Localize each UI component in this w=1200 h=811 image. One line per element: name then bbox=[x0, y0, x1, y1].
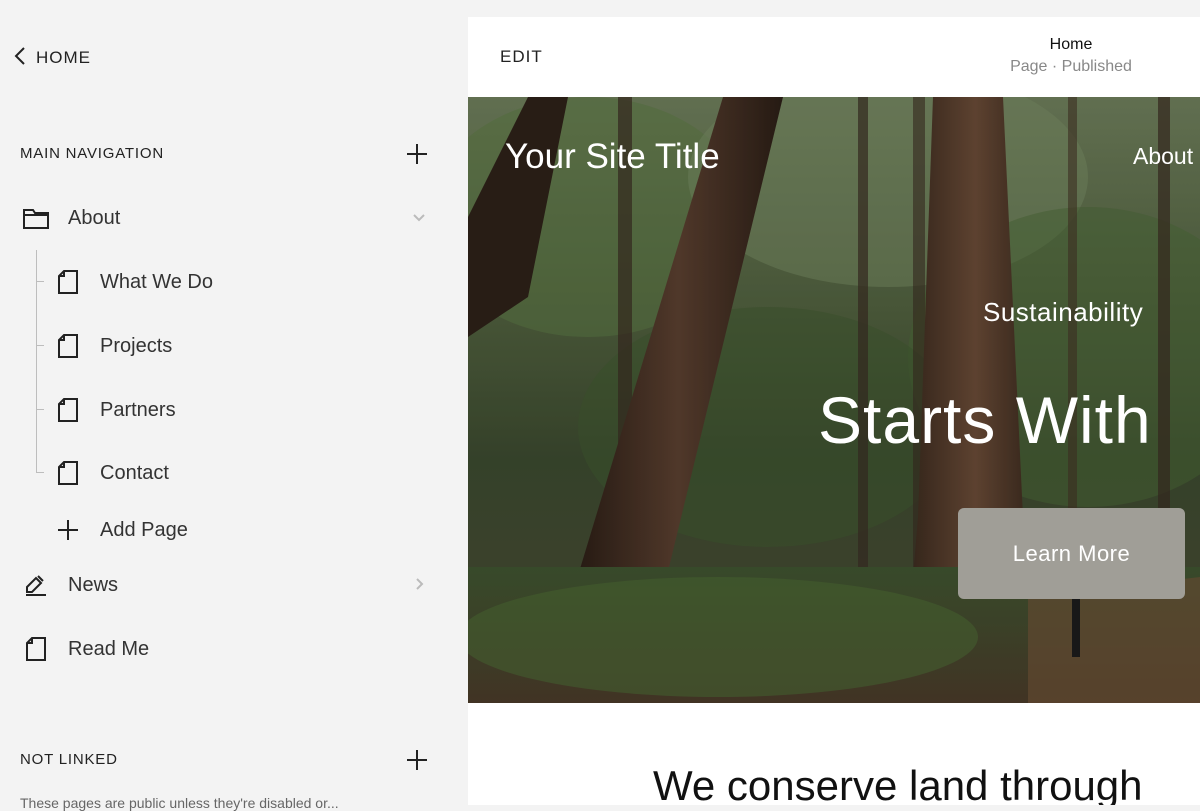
nav-item-contact[interactable]: Contact bbox=[54, 453, 434, 493]
main-navigation-title: MAIN NAVIGATION bbox=[20, 145, 164, 162]
preview-toolbar: EDIT Home Page · Published bbox=[468, 17, 1200, 97]
tree-connector bbox=[36, 345, 44, 346]
edit-button[interactable]: EDIT bbox=[500, 47, 543, 67]
nav-item-label: About bbox=[68, 206, 121, 229]
nav-item-label: What We Do bbox=[100, 270, 213, 293]
folder-icon bbox=[22, 204, 50, 232]
add-page-button[interactable]: Add Page bbox=[54, 510, 434, 550]
site-preview: EDIT Home Page · Published Your Site Tit… bbox=[468, 17, 1200, 805]
nav-item-partners[interactable]: Partners bbox=[54, 390, 434, 430]
nav-item-label: Partners bbox=[100, 398, 176, 421]
nav-item-label: Contact bbox=[100, 461, 169, 484]
add-main-nav-button[interactable] bbox=[405, 142, 429, 166]
page-name: Home bbox=[1049, 36, 1093, 53]
tree-connector bbox=[36, 472, 44, 473]
page-icon bbox=[54, 396, 82, 424]
site-nav-about-link[interactable]: About bbox=[1133, 143, 1193, 170]
hero-section: Your Site Title About Sustainability Sta… bbox=[468, 97, 1200, 703]
plus-icon bbox=[407, 750, 427, 770]
not-linked-description: These pages are public unless they're di… bbox=[20, 795, 339, 811]
nav-item-about[interactable]: About bbox=[22, 198, 432, 238]
page-status: Page · Published bbox=[1010, 58, 1132, 75]
add-not-linked-button[interactable] bbox=[405, 748, 429, 772]
chevron-down-icon[interactable] bbox=[410, 208, 428, 226]
nav-item-read-me[interactable]: Read Me bbox=[22, 629, 432, 669]
add-page-label: Add Page bbox=[100, 518, 188, 541]
page-icon bbox=[54, 268, 82, 296]
hero-kicker: Sustainability bbox=[983, 297, 1144, 327]
chevron-right-icon[interactable] bbox=[410, 575, 428, 593]
page-icon bbox=[54, 332, 82, 360]
nav-item-what-we-do[interactable]: What We Do bbox=[54, 262, 434, 302]
nav-item-label: News bbox=[68, 573, 119, 596]
nav-item-label: Read Me bbox=[68, 637, 150, 660]
site-title[interactable]: Your Site Title bbox=[505, 137, 720, 177]
page-icon bbox=[54, 459, 82, 487]
tree-connector bbox=[36, 250, 37, 473]
chevron-left-icon bbox=[12, 45, 28, 72]
tree-connector bbox=[36, 281, 44, 282]
intro-heading: We conserve land through bbox=[653, 762, 1143, 805]
blog-icon bbox=[22, 571, 50, 599]
page-info: Home Page · Published bbox=[988, 36, 1154, 76]
not-linked-title: NOT LINKED bbox=[20, 751, 118, 768]
nav-item-news[interactable]: News bbox=[22, 565, 432, 605]
tree-connector bbox=[36, 409, 44, 410]
nav-item-projects[interactable]: Projects bbox=[54, 326, 434, 366]
back-home-label: HOME bbox=[36, 48, 91, 67]
nav-item-label: Projects bbox=[100, 334, 173, 357]
page-icon bbox=[22, 635, 50, 663]
plus-icon bbox=[407, 144, 427, 164]
sidebar: HOME MAIN NAVIGATION About What We Do Pr… bbox=[0, 0, 448, 811]
hero-headline: Starts With bbox=[818, 383, 1152, 457]
plus-icon bbox=[54, 516, 82, 544]
back-home-button[interactable]: HOME bbox=[12, 44, 91, 72]
learn-more-button[interactable]: Learn More bbox=[958, 508, 1185, 599]
